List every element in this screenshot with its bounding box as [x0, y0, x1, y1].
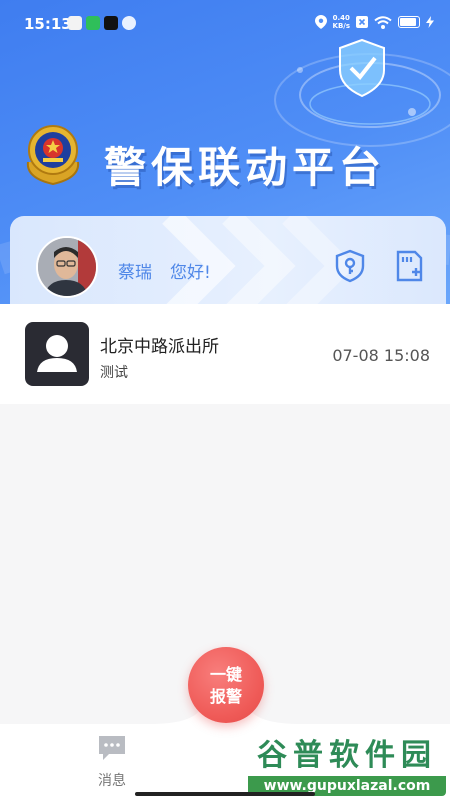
- charging-icon: [426, 16, 434, 28]
- user-name: 蔡瑞: [118, 263, 152, 283]
- net-speed-unit: KB/s: [332, 22, 350, 30]
- tab-messages[interactable]: 消息: [80, 734, 144, 790]
- contact-avatar-icon: [25, 322, 89, 386]
- greeting-text: 您好!: [170, 263, 211, 283]
- user-photo: [38, 238, 96, 296]
- sos-label-line2: 报警: [209, 687, 242, 706]
- battery-icon: [398, 16, 420, 28]
- sd-card-icon[interactable]: [391, 248, 427, 284]
- shield-key-icon[interactable]: [332, 248, 368, 284]
- app-notification-icon: [86, 16, 100, 30]
- message-list-item[interactable]: 北京中路派出所 测试 07-08 15:08: [0, 304, 450, 404]
- app-notification-icon: [122, 16, 136, 30]
- user-avatar[interactable]: [36, 236, 98, 298]
- home-indicator[interactable]: [135, 792, 315, 796]
- user-card: 蔡瑞 您好!: [10, 216, 446, 316]
- net-speed: 0.40 KB/s: [333, 14, 350, 30]
- status-indicators: 0.40 KB/s: [314, 14, 434, 30]
- message-title: 北京中路派出所: [100, 337, 219, 357]
- close-box-icon: [356, 16, 368, 28]
- watermark-logo: 谷普软件园 www.gupuxlazal.com: [248, 738, 446, 796]
- default-person-icon: [37, 335, 77, 372]
- message-time: 07-08 15:08: [332, 346, 430, 365]
- sos-label-line1: 一键: [209, 665, 242, 684]
- status-time: 15:13: [24, 15, 72, 33]
- message-preview: 测试: [100, 365, 128, 381]
- status-bar: 15:13 0.40 KB/s: [0, 0, 450, 48]
- emergency-alarm-button[interactable]: 一键 报警: [188, 647, 264, 723]
- platform-title: 警保联动平台: [104, 143, 387, 192]
- location-icon: [314, 15, 327, 29]
- police-emblem-icon: [26, 125, 80, 186]
- app-notification-icon: [68, 16, 82, 30]
- tiktok-icon: [104, 16, 118, 30]
- net-speed-value: 0.40: [332, 14, 350, 22]
- watermark-main-text: 谷普软件园: [257, 738, 437, 773]
- notification-icons: [68, 16, 136, 30]
- tab-messages-label: 消息: [98, 773, 126, 789]
- wifi-icon: [374, 15, 392, 29]
- chat-bubble-icon: [99, 736, 125, 760]
